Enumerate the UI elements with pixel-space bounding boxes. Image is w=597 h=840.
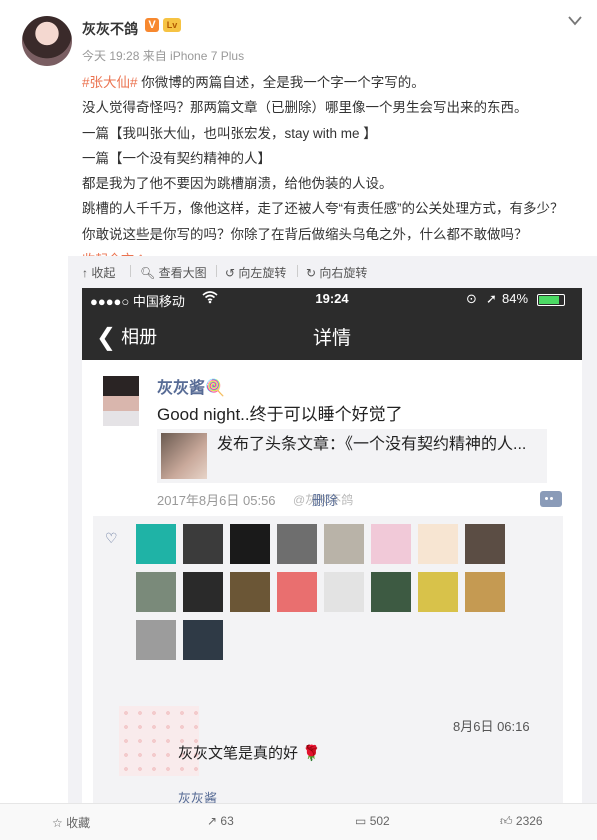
liker-avatar[interactable] xyxy=(418,524,458,564)
rotate-left-button[interactable]: ↺ 向左旋转 xyxy=(225,264,286,281)
embedded-screenshot[interactable]: ●●●●○ 中国移动 19:24 ⊙ ➚ 84% ❮ 相册 详情 灰灰酱🍭 Go… xyxy=(82,288,582,803)
level-badge-icon: Lv xyxy=(163,18,181,32)
liker-avatar[interactable] xyxy=(230,572,270,612)
action-bar: ☆ 收藏 ↗ 63 ▭ 502 👍︎ 2326 xyxy=(0,803,597,840)
liker-avatar[interactable] xyxy=(230,524,270,564)
divider xyxy=(130,265,131,277)
liker-avatar[interactable] xyxy=(136,620,176,660)
liker-avatar[interactable] xyxy=(418,572,458,612)
divider xyxy=(216,265,217,277)
rotate-left-label: 向左旋转 xyxy=(238,266,287,280)
commenter-avatar[interactable] xyxy=(119,706,199,776)
moment-post: 灰灰酱🍭 Good night..终于可以睡个好觉了 发布了头条文章：《一个没有… xyxy=(82,360,582,803)
comment-button[interactable]: ▭ 502 xyxy=(355,814,390,828)
moment-author[interactable]: 灰灰酱🍭 xyxy=(157,374,225,398)
repost-button[interactable]: ↗ 63 xyxy=(207,814,234,828)
rotate-right-label: 向右旋转 xyxy=(319,266,368,280)
thumbs-up-icon: 👍︎ xyxy=(500,814,513,828)
battery-level xyxy=(539,296,559,304)
article-thumbnail xyxy=(161,433,207,479)
post-line: 一篇【我叫张大仙，也叫张宏发，stay with me 】 xyxy=(82,125,377,141)
chevron-down-icon[interactable] xyxy=(566,14,584,28)
comment-icon: ▭ xyxy=(355,814,367,828)
lock-rotation-icon: ⊙ xyxy=(466,291,477,306)
liker-avatar[interactable] xyxy=(183,524,223,564)
post-body: #张大仙# 你微博的两篇自述，全是我一个字一个字写的。 没人觉得奇怪吗？那两篇文… xyxy=(82,70,587,272)
wechat-nav-bar: ❮ 相册 详情 xyxy=(82,310,582,360)
nav-title: 详情 xyxy=(312,328,351,349)
next-commenter[interactable]: 灰灰酱 xyxy=(178,788,217,803)
rotate-left-icon: ↺ xyxy=(225,266,236,280)
post-header: 灰灰不鸽 V Lv 今天 19:28 来自 iPhone 7 Plus xyxy=(0,0,597,70)
moment-text: Good night..终于可以睡个好觉了 xyxy=(157,405,403,424)
post-line-text: 你微博的两篇自述，全是我一个字一个字写的。 xyxy=(137,75,425,90)
liker-avatar[interactable] xyxy=(183,620,223,660)
view-large-button[interactable]: 🔍︎ 查看大图 xyxy=(140,264,207,281)
liker-avatar[interactable] xyxy=(465,572,505,612)
shared-article-card[interactable]: 发布了头条文章：《一个没有契约精神的人... xyxy=(157,429,547,483)
delete-link[interactable]: 删除 xyxy=(312,490,338,509)
liker-avatar[interactable] xyxy=(183,572,223,612)
post-line: 都是我为了他不要因为跳槽崩溃，给他伪装的人设。 xyxy=(82,176,393,192)
location-icon: ➚ xyxy=(486,291,497,306)
post-line: 你敢说这些是你写的吗？你除了在背后做缩头乌龟之外，什么都不敢做吗？ xyxy=(82,226,528,242)
author-name[interactable]: 灰灰不鸽 xyxy=(82,19,138,39)
liker-avatar[interactable] xyxy=(465,524,505,564)
verified-badge-icon: V xyxy=(145,18,159,32)
liker-avatar[interactable] xyxy=(136,572,176,612)
author-avatar[interactable] xyxy=(22,16,72,66)
battery-percent: 84% xyxy=(502,291,529,306)
comment-time: 8月6日 06:16 xyxy=(453,719,530,734)
comment-icon[interactable] xyxy=(540,491,562,507)
liker-avatar[interactable] xyxy=(277,572,317,612)
comment-text: 灰灰文笔是真的好 🌹 xyxy=(178,745,321,762)
likes-panel: ♡ xyxy=(93,516,563,696)
star-icon: ☆ xyxy=(52,816,63,830)
liker-avatar[interactable] xyxy=(277,524,317,564)
post-line: 一篇【一个没有契约精神的人】 xyxy=(82,150,271,166)
rotate-right-icon: ↻ xyxy=(306,266,317,280)
post-line: 没人觉得奇怪吗？那两篇文章（已删除）哪里像一个男生会写出来的东西。 xyxy=(82,100,528,116)
view-large-label: 查看大图 xyxy=(158,266,207,280)
divider xyxy=(297,265,298,277)
article-title: 发布了头条文章：《一个没有契约精神的人... xyxy=(217,436,527,453)
comment-count: 502 xyxy=(369,814,390,828)
moment-time: 2017年8月6日 05:56 xyxy=(157,493,276,508)
search-icon: 🔍︎ xyxy=(140,266,156,280)
like-button[interactable]: 👍︎ 2326 xyxy=(500,814,543,829)
liker-avatar[interactable] xyxy=(371,524,411,564)
liker-avatar[interactable] xyxy=(136,524,176,564)
post-line: 跳槽的人千千万，像他这样，走了还被人夸“有责任感”的公关处理方式，有多少？ xyxy=(82,201,564,217)
battery-icon xyxy=(537,294,565,306)
repost-icon: ↗ xyxy=(207,814,218,828)
comment-panel: 8月6日 06:16 灰灰文笔是真的好 🌹 灰灰酱 xyxy=(93,696,563,803)
hashtag-link[interactable]: #张大仙# xyxy=(82,75,138,90)
favorite-button[interactable]: ☆ 收藏 xyxy=(52,814,90,831)
repost-count: 63 xyxy=(220,814,234,828)
ios-status-bar: ●●●●○ 中国移动 19:24 ⊙ ➚ 84% xyxy=(82,288,582,310)
liker-avatar[interactable] xyxy=(324,572,364,612)
collapse-image-button[interactable]: ↑ 收起 xyxy=(82,264,115,281)
post-line: #张大仙# 你微博的两篇自述，全是我一个字一个字写的。 xyxy=(82,70,587,95)
post-meta: 今天 19:28 来自 iPhone 7 Plus xyxy=(82,49,245,63)
favorite-label: 收藏 xyxy=(66,816,91,830)
rotate-right-button[interactable]: ↻ 向右旋转 xyxy=(306,264,367,281)
moment-avatar[interactable] xyxy=(103,376,139,426)
liker-avatar[interactable] xyxy=(324,524,364,564)
heart-icon: ♡ xyxy=(105,530,118,546)
like-count: 2326 xyxy=(515,814,543,828)
liker-avatar[interactable] xyxy=(371,572,411,612)
image-toolbar: ↑ 收起 🔍︎ 查看大图 ↺ 向左旋转 ↻ 向右旋转 xyxy=(68,256,597,286)
